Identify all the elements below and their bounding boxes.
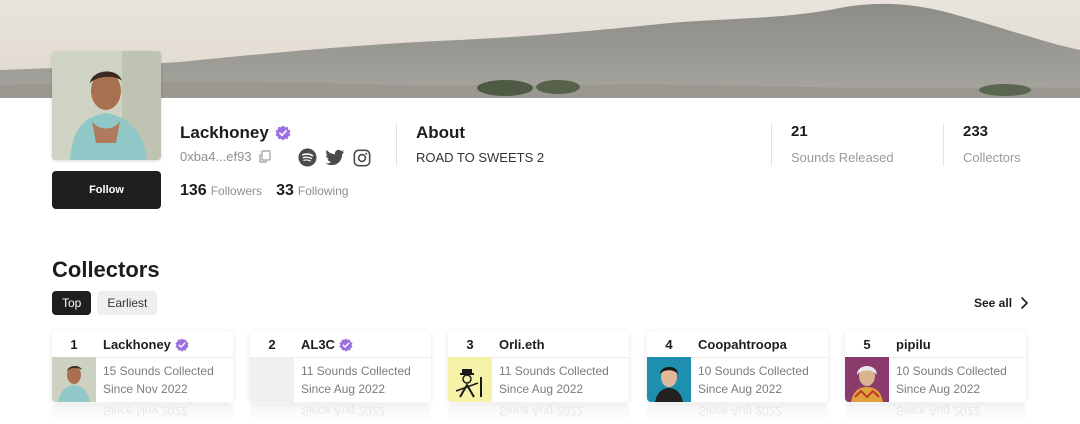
collector-since: Since Aug 2022 bbox=[301, 382, 386, 396]
wallet-address-row: 0xba4...ef93 bbox=[180, 149, 272, 164]
tab-earliest[interactable]: Earliest bbox=[97, 291, 158, 315]
mountain-banner-image bbox=[0, 3, 1080, 98]
divider bbox=[889, 357, 1026, 358]
collector-rank: 3 bbox=[466, 336, 474, 352]
verified-badge-icon bbox=[275, 125, 291, 141]
about-text: ROAD TO SWEETS 2 bbox=[416, 150, 545, 165]
sounds-released-label: Sounds Released bbox=[791, 150, 894, 165]
collector-card[interactable]: 2 AL3C 11 Sounds Collected Since Aug 202… bbox=[250, 331, 431, 402]
sounds-collected: 10 Sounds Collected bbox=[698, 364, 809, 378]
divider bbox=[492, 357, 629, 358]
profile-banner bbox=[0, 0, 1080, 98]
instagram-icon[interactable] bbox=[353, 149, 371, 167]
collectors-section-title: Collectors bbox=[52, 257, 160, 282]
collector-avatar bbox=[845, 357, 889, 402]
twitter-icon[interactable] bbox=[325, 149, 345, 167]
collector-card[interactable]: 1 Lackhoney 15 Sounds Collected Since No… bbox=[52, 331, 233, 402]
collector-name-row: Lackhoney bbox=[103, 337, 189, 352]
collectors-label: Collectors bbox=[963, 150, 1021, 165]
follow-stats: 136 Followers 33 Following bbox=[180, 182, 363, 200]
sounds-collected: 10 Sounds Collected bbox=[896, 364, 1007, 378]
divider bbox=[96, 357, 233, 358]
collector-card[interactable]: 4 Coopahtroopa 10 Sounds Collected Since… bbox=[647, 331, 828, 402]
see-all-link[interactable]: See all bbox=[974, 296, 1028, 310]
collector-name-row: AL3C bbox=[301, 337, 353, 352]
see-all-label: See all bbox=[974, 296, 1013, 310]
collector-avatar bbox=[448, 357, 492, 402]
collector-name-row: Coopahtroopa bbox=[698, 337, 787, 352]
collector-since: Since Aug 2022 bbox=[896, 382, 981, 396]
follow-button[interactable]: Follow bbox=[52, 171, 161, 209]
following-label[interactable]: Following bbox=[298, 184, 349, 198]
collector-name[interactable]: Orli.eth bbox=[499, 337, 545, 352]
divider bbox=[771, 124, 772, 166]
collector-rank: 2 bbox=[268, 336, 276, 352]
collector-name[interactable]: Lackhoney bbox=[103, 337, 171, 352]
collector-rank: 4 bbox=[665, 336, 673, 352]
collector-name[interactable]: pipilu bbox=[896, 337, 931, 352]
spotify-icon[interactable] bbox=[298, 148, 317, 167]
collector-since: Since Aug 2022 bbox=[499, 382, 584, 396]
wallet-address: 0xba4...ef93 bbox=[180, 149, 252, 164]
verified-badge-icon bbox=[339, 337, 353, 352]
collectors-tabs: Top Earliest bbox=[52, 291, 158, 315]
sounds-collected: 11 Sounds Collected bbox=[301, 364, 411, 378]
collectors-count: 233 bbox=[963, 123, 989, 140]
collector-name-row: pipilu bbox=[896, 337, 931, 352]
collector-name[interactable]: Coopahtroopa bbox=[698, 337, 787, 352]
divider bbox=[396, 124, 397, 166]
card-reflection: Since Aug 2022 bbox=[448, 404, 629, 424]
collector-avatar bbox=[250, 357, 294, 402]
profile-avatar bbox=[52, 51, 161, 160]
divider bbox=[691, 357, 828, 358]
sounds-released-count: 21 bbox=[791, 123, 808, 140]
following-count[interactable]: 33 bbox=[276, 182, 294, 200]
card-reflection: Since Aug 2022 bbox=[845, 404, 1026, 424]
about-title: About bbox=[416, 123, 466, 142]
tab-top[interactable]: Top bbox=[52, 291, 92, 315]
chevron-right-icon bbox=[1021, 297, 1028, 309]
sounds-collected: 11 Sounds Collected bbox=[499, 364, 609, 378]
collector-rank: 1 bbox=[70, 336, 78, 352]
profile-name: Lackhoney bbox=[180, 123, 269, 142]
sounds-collected: 15 Sounds Collected bbox=[103, 364, 214, 378]
copy-icon[interactable] bbox=[258, 149, 272, 164]
card-reflection: Since Nov 2022 bbox=[52, 404, 233, 424]
social-links bbox=[298, 148, 371, 167]
card-reflection: Since Aug 2022 bbox=[647, 404, 828, 424]
collector-since: Since Aug 2022 bbox=[698, 382, 783, 396]
collector-since: Since Nov 2022 bbox=[103, 382, 188, 396]
collector-card[interactable]: 5 pipilu 10 Sounds Collected Since Aug 2… bbox=[845, 331, 1026, 402]
divider bbox=[943, 124, 944, 166]
divider bbox=[294, 357, 431, 358]
profile-name-row: Lackhoney bbox=[180, 123, 291, 143]
followers-count[interactable]: 136 bbox=[180, 182, 207, 200]
collector-card[interactable]: 3 Orli.eth 11 Sounds Collected Since Aug… bbox=[448, 331, 629, 402]
collector-name[interactable]: AL3C bbox=[301, 337, 335, 352]
collector-avatar bbox=[647, 357, 691, 402]
collector-rank: 5 bbox=[863, 336, 871, 352]
collector-name-row: Orli.eth bbox=[499, 337, 545, 352]
followers-label[interactable]: Followers bbox=[211, 184, 262, 198]
card-reflection: Since Aug 2022 bbox=[250, 404, 431, 424]
verified-badge-icon bbox=[175, 337, 189, 352]
collector-avatar bbox=[52, 357, 96, 402]
